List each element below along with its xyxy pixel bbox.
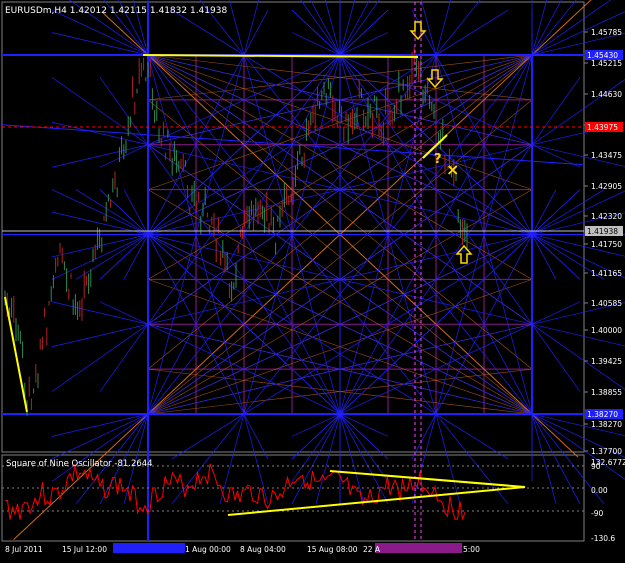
arrow-down-icon xyxy=(409,21,427,41)
price-tick-label: 1.38270 xyxy=(591,420,622,429)
oscillator-title: Square of Nine Oscillator -81.2644 xyxy=(6,459,153,469)
price-tick-label: 1.43475 xyxy=(591,151,622,160)
time-axis-label: 8 Aug 04:00 xyxy=(240,545,286,554)
question-mark-label: ? xyxy=(434,152,442,167)
symbol-info-label: EURUSDm,H4 1.42012 1.42115 1.41832 1.419… xyxy=(5,6,227,16)
time-axis-label: 8 Jul 2011 xyxy=(5,545,43,554)
price-level-tag-label: 1.43975 xyxy=(587,123,618,132)
price-tick-label: 1.39425 xyxy=(591,357,622,366)
oscillator-scale-label: -130.6 xyxy=(591,534,615,543)
oscillator-panel[interactable]: 132.6772900.00-90-130.6 xyxy=(2,458,625,543)
time-axis[interactable]: 8 Jul 2011 15 Jul 12:00 1 Aug 00:00 8 Aug 0… xyxy=(5,543,480,554)
time-axis-highlight xyxy=(113,543,185,553)
time-axis-label: 5:00 xyxy=(463,545,480,554)
oscillator-scale-label: -90 xyxy=(591,509,603,518)
oscillator-scale-label: 90 xyxy=(591,462,601,471)
price-level-tag-label: 1.45430 xyxy=(587,51,618,60)
price-tick-label: 1.38855 xyxy=(591,388,622,397)
price-tick-label: 1.41165 xyxy=(591,269,622,278)
price-tick-label: 1.41750 xyxy=(591,240,622,249)
oscillator-scale-label: 0.00 xyxy=(591,486,608,495)
price-tick-label: 1.44630 xyxy=(591,90,622,99)
time-axis-label: 15 Aug 08:00 xyxy=(307,545,358,554)
price-tick-label: 1.40000 xyxy=(591,326,622,335)
price-tick-label: 1.45785 xyxy=(591,28,622,37)
price-tick-label: 1.40585 xyxy=(591,299,622,308)
price-scale[interactable]: 1.457851.452151.446301.440501.434751.429… xyxy=(584,28,622,456)
price-tick-label: 1.42905 xyxy=(591,182,622,191)
yellow-left-trendline[interactable] xyxy=(4,296,28,413)
time-axis-label: 15 Jul 12:00 xyxy=(62,545,107,554)
arrow-down-icon xyxy=(426,69,444,89)
gann-blue-fan-line xyxy=(51,0,612,392)
price-tick-label: 1.42320 xyxy=(591,212,622,221)
main-plot-border xyxy=(1,1,585,453)
time-axis-highlight xyxy=(375,543,462,553)
time-axis-label: 22 A xyxy=(363,545,381,554)
gann-blue-fan-line xyxy=(68,0,625,390)
arrow-up-icon xyxy=(455,244,473,264)
price-tick-label: 1.37700 xyxy=(591,447,622,456)
time-axis-label: 1 Aug 00:00 xyxy=(185,545,231,554)
price-level-tag-label: 1.41938 xyxy=(587,227,618,236)
price-level-tag-label: 1.38270 xyxy=(587,410,618,419)
price-tick-label: 1.45215 xyxy=(591,59,622,68)
cross-mark-label: × xyxy=(446,160,459,179)
chart-window[interactable]: ? × EURUSDm,H4 1.42012 1.42115 1.41832 1… xyxy=(0,0,625,559)
chart-canvas[interactable]: ? × EURUSDm,H4 1.42012 1.42115 1.41832 1… xyxy=(0,0,625,559)
